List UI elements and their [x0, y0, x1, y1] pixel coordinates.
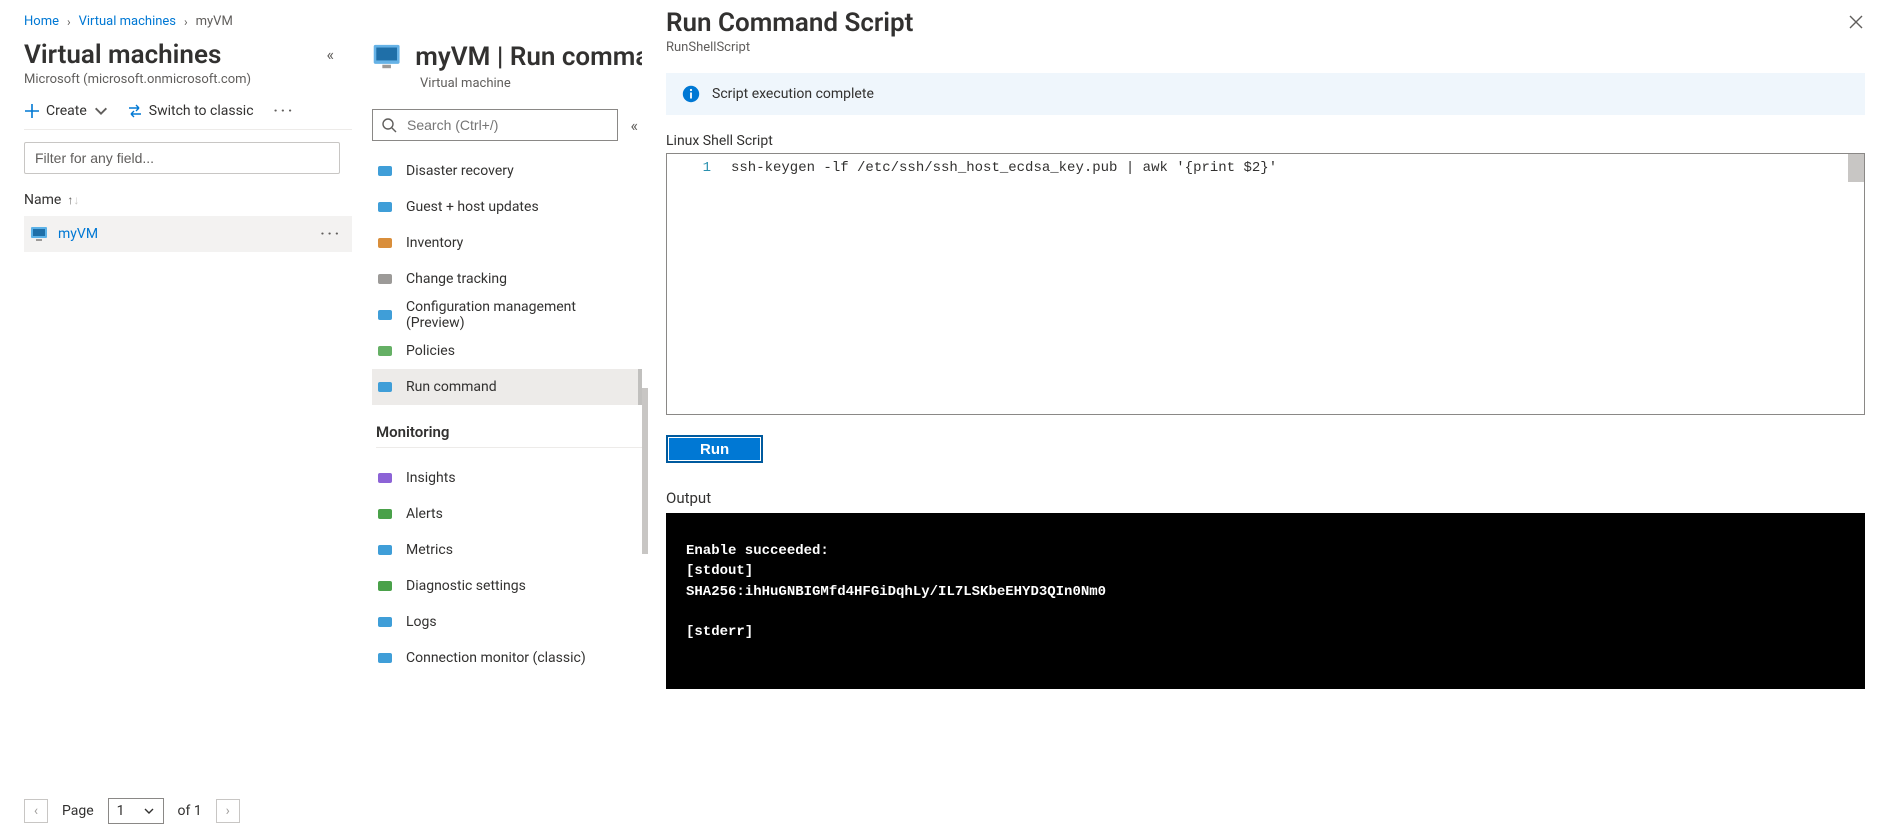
editor-gutter: 1 — [667, 154, 719, 414]
close-icon — [1847, 13, 1865, 31]
chevron-right-icon: › — [67, 15, 71, 29]
nav-item-main-6[interactable]: Run command — [372, 369, 642, 405]
nav-item-main-1[interactable]: Guest + host updates — [372, 189, 642, 225]
nav-item-icon — [376, 505, 394, 523]
nav-item-label: Policies — [406, 343, 455, 359]
page-title: Virtual machines — [24, 40, 221, 70]
panel-title: Run Command Script — [666, 8, 913, 38]
switch-label: Switch to classic — [149, 103, 254, 119]
menu-search-box[interactable] — [372, 109, 618, 141]
blade-subtitle: Virtual machine — [420, 76, 642, 91]
nav-item-main-4[interactable]: Configuration management (Preview) — [372, 297, 642, 333]
chevron-right-icon: › — [184, 15, 188, 29]
vm-icon — [30, 225, 48, 243]
nav-item-main-2[interactable]: Inventory — [372, 225, 642, 261]
script-label: Linux Shell Script — [666, 133, 1865, 149]
breadcrumb-home[interactable]: Home — [24, 14, 59, 29]
nav-item-mon-3[interactable]: Diagnostic settings — [372, 568, 642, 604]
info-bar: Script execution complete — [666, 73, 1865, 115]
nav-item-label: Connection monitor (classic) — [406, 650, 586, 666]
nav-item-icon — [376, 577, 394, 595]
column-header-name-label: Name — [24, 192, 61, 208]
filter-input[interactable] — [24, 142, 340, 174]
editor-scrollbar[interactable] — [1848, 154, 1864, 182]
nav-item-icon — [376, 649, 394, 667]
output-terminal[interactable]: Enable succeeded: [stdout] SHA256:ihHuGN… — [666, 513, 1865, 689]
nav-item-main-0[interactable]: Disaster recovery — [372, 153, 642, 189]
nav-item-label: Disaster recovery — [406, 163, 514, 179]
blade-title: myVM | Run command — [415, 42, 642, 72]
nav-item-label: Metrics — [406, 542, 453, 558]
nav-item-label: Configuration management (Preview) — [406, 299, 634, 331]
nav-divider — [376, 447, 642, 448]
output-label: Output — [666, 489, 1865, 507]
script-editor[interactable]: 1 ssh-keygen -lf /etc/ssh/ssh_host_ecdsa… — [666, 153, 1865, 415]
search-icon — [381, 117, 397, 133]
nav-item-label: Logs — [406, 614, 437, 630]
switch-classic-button[interactable]: Switch to classic — [127, 103, 254, 119]
collapse-left-icon[interactable]: « — [320, 39, 340, 70]
nav-item-icon — [376, 469, 394, 487]
nav-item-label: Run command — [406, 379, 497, 395]
editor-code[interactable]: ssh-keygen -lf /etc/ssh/ssh_host_ecdsa_k… — [719, 154, 1864, 414]
nav-item-label: Insights — [406, 470, 456, 486]
create-label: Create — [46, 103, 87, 119]
nav-item-main-3[interactable]: Change tracking — [372, 261, 642, 297]
nav-item-label: Inventory — [406, 235, 463, 251]
nav-item-label: Diagnostic settings — [406, 578, 526, 594]
nav-item-mon-1[interactable]: Alerts — [372, 496, 642, 532]
nav-item-main-5[interactable]: Policies — [372, 333, 642, 369]
chevron-down-icon — [93, 103, 109, 119]
row-more-button[interactable]: ··· — [320, 226, 342, 242]
breadcrumb-current: myVM — [196, 14, 233, 29]
nav-item-label: Change tracking — [406, 271, 507, 287]
nav-item-label: Alerts — [406, 506, 443, 522]
menu-search-input[interactable] — [405, 116, 609, 134]
nav-item-icon — [376, 162, 394, 180]
info-icon — [682, 85, 700, 103]
column-header-name[interactable]: Name ↑↓ — [24, 192, 352, 208]
nav-item-icon — [376, 613, 394, 631]
nav-item-icon — [376, 270, 394, 288]
nav-item-icon — [376, 198, 394, 216]
vm-list-row[interactable]: myVM ··· — [24, 216, 352, 252]
plus-icon — [24, 103, 40, 119]
pager-page-select[interactable]: 1 — [108, 798, 164, 824]
nav-item-mon-5[interactable]: Connection monitor (classic) — [372, 640, 642, 676]
run-button[interactable]: Run — [666, 435, 763, 463]
nav-item-mon-2[interactable]: Metrics — [372, 532, 642, 568]
breadcrumb-vms[interactable]: Virtual machines — [79, 14, 176, 29]
nav-item-mon-4[interactable]: Logs — [372, 604, 642, 640]
nav-section-monitoring: Monitoring — [376, 423, 642, 441]
info-text: Script execution complete — [712, 86, 874, 102]
switch-icon — [127, 103, 143, 119]
scrollbar-thumb[interactable] — [642, 388, 648, 554]
nav-item-icon — [376, 378, 394, 396]
collapse-menu-icon[interactable]: « — [626, 112, 642, 139]
pager: ‹ Page 1 of 1 › — [24, 798, 240, 824]
nav-item-icon — [376, 234, 394, 252]
pager-total-label: of 1 — [178, 803, 202, 819]
more-actions-button[interactable]: ··· — [272, 103, 298, 119]
nav-item-label: Guest + host updates — [406, 199, 539, 215]
vm-type-icon — [372, 40, 401, 74]
close-panel-button[interactable] — [1847, 8, 1865, 41]
sort-icon: ↑↓ — [67, 193, 79, 207]
panel-subtitle: RunShellScript — [666, 40, 913, 55]
tenant-label: Microsoft (microsoft.onmicrosoft.com) — [24, 72, 352, 87]
pager-prev-button[interactable]: ‹ — [24, 799, 48, 823]
breadcrumb: Home › Virtual machines › myVM — [24, 0, 352, 39]
chevron-down-icon — [143, 805, 155, 817]
pager-page-label: Page — [62, 803, 94, 819]
nav-item-icon — [376, 342, 394, 360]
nav-item-mon-0[interactable]: Insights — [372, 460, 642, 496]
vm-name: myVM — [58, 226, 98, 242]
create-button[interactable]: Create — [24, 103, 109, 119]
pager-next-button[interactable]: › — [216, 799, 240, 823]
pager-current-page: 1 — [117, 803, 125, 819]
nav-item-icon — [376, 306, 394, 324]
nav-item-icon — [376, 541, 394, 559]
